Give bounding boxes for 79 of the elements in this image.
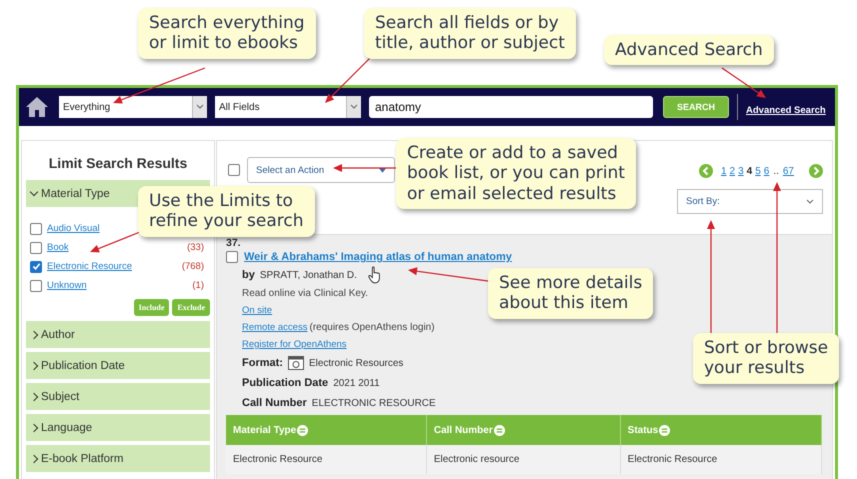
advanced-search-link[interactable]: Advanced Search (746, 104, 826, 116)
sort-icon (494, 424, 505, 436)
field-value: ELECTRONIC RESOURCE (312, 398, 436, 408)
field-label: Call Number (242, 397, 307, 409)
result-checkbox[interactable] (226, 251, 238, 263)
callout-tooltip: Use the Limits to refine your search (138, 186, 315, 237)
table-cell: Electronic Resource (620, 445, 822, 474)
field-select[interactable]: All Fields (215, 96, 361, 118)
previous-page-icon[interactable] (698, 164, 713, 178)
author-name: SPRATT, Jonathan D. (260, 270, 357, 280)
page-link[interactable]: 6 (764, 166, 770, 176)
column-header[interactable]: Call Number (426, 415, 620, 445)
access-note: Read online via Clinical Key. (242, 288, 368, 299)
access-link[interactable]: Register for OpenAthens (242, 339, 347, 350)
checkbox[interactable] (30, 260, 42, 272)
select-all-checkbox[interactable] (228, 164, 240, 176)
home-icon[interactable] (25, 96, 49, 118)
callout-arrow (722, 68, 766, 98)
web-page-icon (288, 356, 304, 370)
scope-select[interactable]: Everything (59, 96, 207, 118)
checkbox[interactable] (30, 280, 42, 292)
page-link[interactable]: 2 (730, 166, 736, 176)
filter-option-link[interactable]: Book (47, 242, 69, 253)
filter-option-link[interactable]: Electronic Resource (47, 261, 132, 272)
field-label: Format: (242, 357, 283, 369)
page-link[interactable]: 4 (746, 166, 752, 176)
filter-section-header[interactable]: Subject (26, 383, 210, 410)
chevron-icon (806, 198, 814, 204)
access-link[interactable]: Remote access (242, 322, 308, 333)
filter-count: (768) (182, 261, 204, 272)
next-page-icon[interactable] (809, 164, 823, 178)
callout-arrow (90, 231, 140, 252)
access-link[interactable]: On site (242, 305, 272, 316)
callout-tooltip: Create or add to a saved book list, or you can print or email selected results (396, 138, 636, 210)
page-link[interactable]: 5 (755, 166, 761, 176)
table-cell: Electronic resource (426, 445, 620, 474)
page-link[interactable]: 3 (738, 166, 744, 176)
access-note: (requires OpenAthens login) (309, 322, 435, 333)
hand-cursor-icon (368, 266, 382, 284)
field-value: Electronic Resources (308, 358, 404, 368)
sort-icon (659, 424, 670, 436)
callout-tooltip: Advanced Search (604, 35, 774, 66)
column-header[interactable]: Material Type (226, 415, 426, 445)
caret-icon (379, 168, 386, 172)
filter-option-link[interactable]: Unknown (47, 280, 87, 291)
callout-tooltip: Search all fields or by title, author or subject (364, 8, 576, 59)
filter-section-header[interactable]: E-book Platform (26, 445, 210, 472)
table-cell: Electronic Resource (226, 445, 426, 474)
filter-button[interactable]: Exclude (172, 299, 210, 316)
callout-tooltip: Sort or browse your results (693, 333, 840, 384)
filter-section-header[interactable]: Publication Date (26, 352, 210, 379)
field-value: 2021 2011 (333, 378, 380, 388)
chevron-icon (346, 96, 361, 118)
column-header[interactable]: Status (620, 415, 822, 445)
filter-count: (33) (187, 242, 204, 253)
callout-arrow (325, 58, 370, 103)
chevron-icon (192, 96, 207, 118)
sort-icon (297, 424, 308, 436)
checkbox[interactable] (30, 242, 42, 254)
result-number: 37. (226, 237, 242, 249)
sidebar-title: Limit Search Results (48, 154, 188, 173)
field-label: Publication Date (242, 377, 328, 389)
callout-tooltip: See more details about this item (488, 268, 654, 319)
filter-count: (1) (192, 280, 204, 291)
filter-button[interactable]: Include (134, 299, 170, 316)
search-field[interactable]: anatomy (369, 96, 653, 118)
callout-tooltip: Search everything or limit to ebooks (138, 8, 316, 59)
filter-option-link[interactable]: Audio Visual (47, 223, 100, 234)
page-gap: .. (773, 166, 779, 176)
result-title-link[interactable]: Weir & Abrahams' Imaging atlas of human anatomy (244, 251, 512, 263)
filter-section-header[interactable]: Author (26, 321, 210, 348)
filter-section-header[interactable]: Language (26, 414, 210, 441)
checkbox[interactable] (30, 222, 42, 234)
action-select[interactable]: Select an Action (247, 157, 395, 183)
page-link[interactable]: 67 (782, 166, 794, 176)
field-label: by (242, 269, 255, 281)
search-button[interactable]: SEARCH (663, 96, 729, 118)
page-link[interactable]: 1 (720, 166, 726, 176)
sort-select[interactable]: Sort By: (677, 189, 823, 214)
